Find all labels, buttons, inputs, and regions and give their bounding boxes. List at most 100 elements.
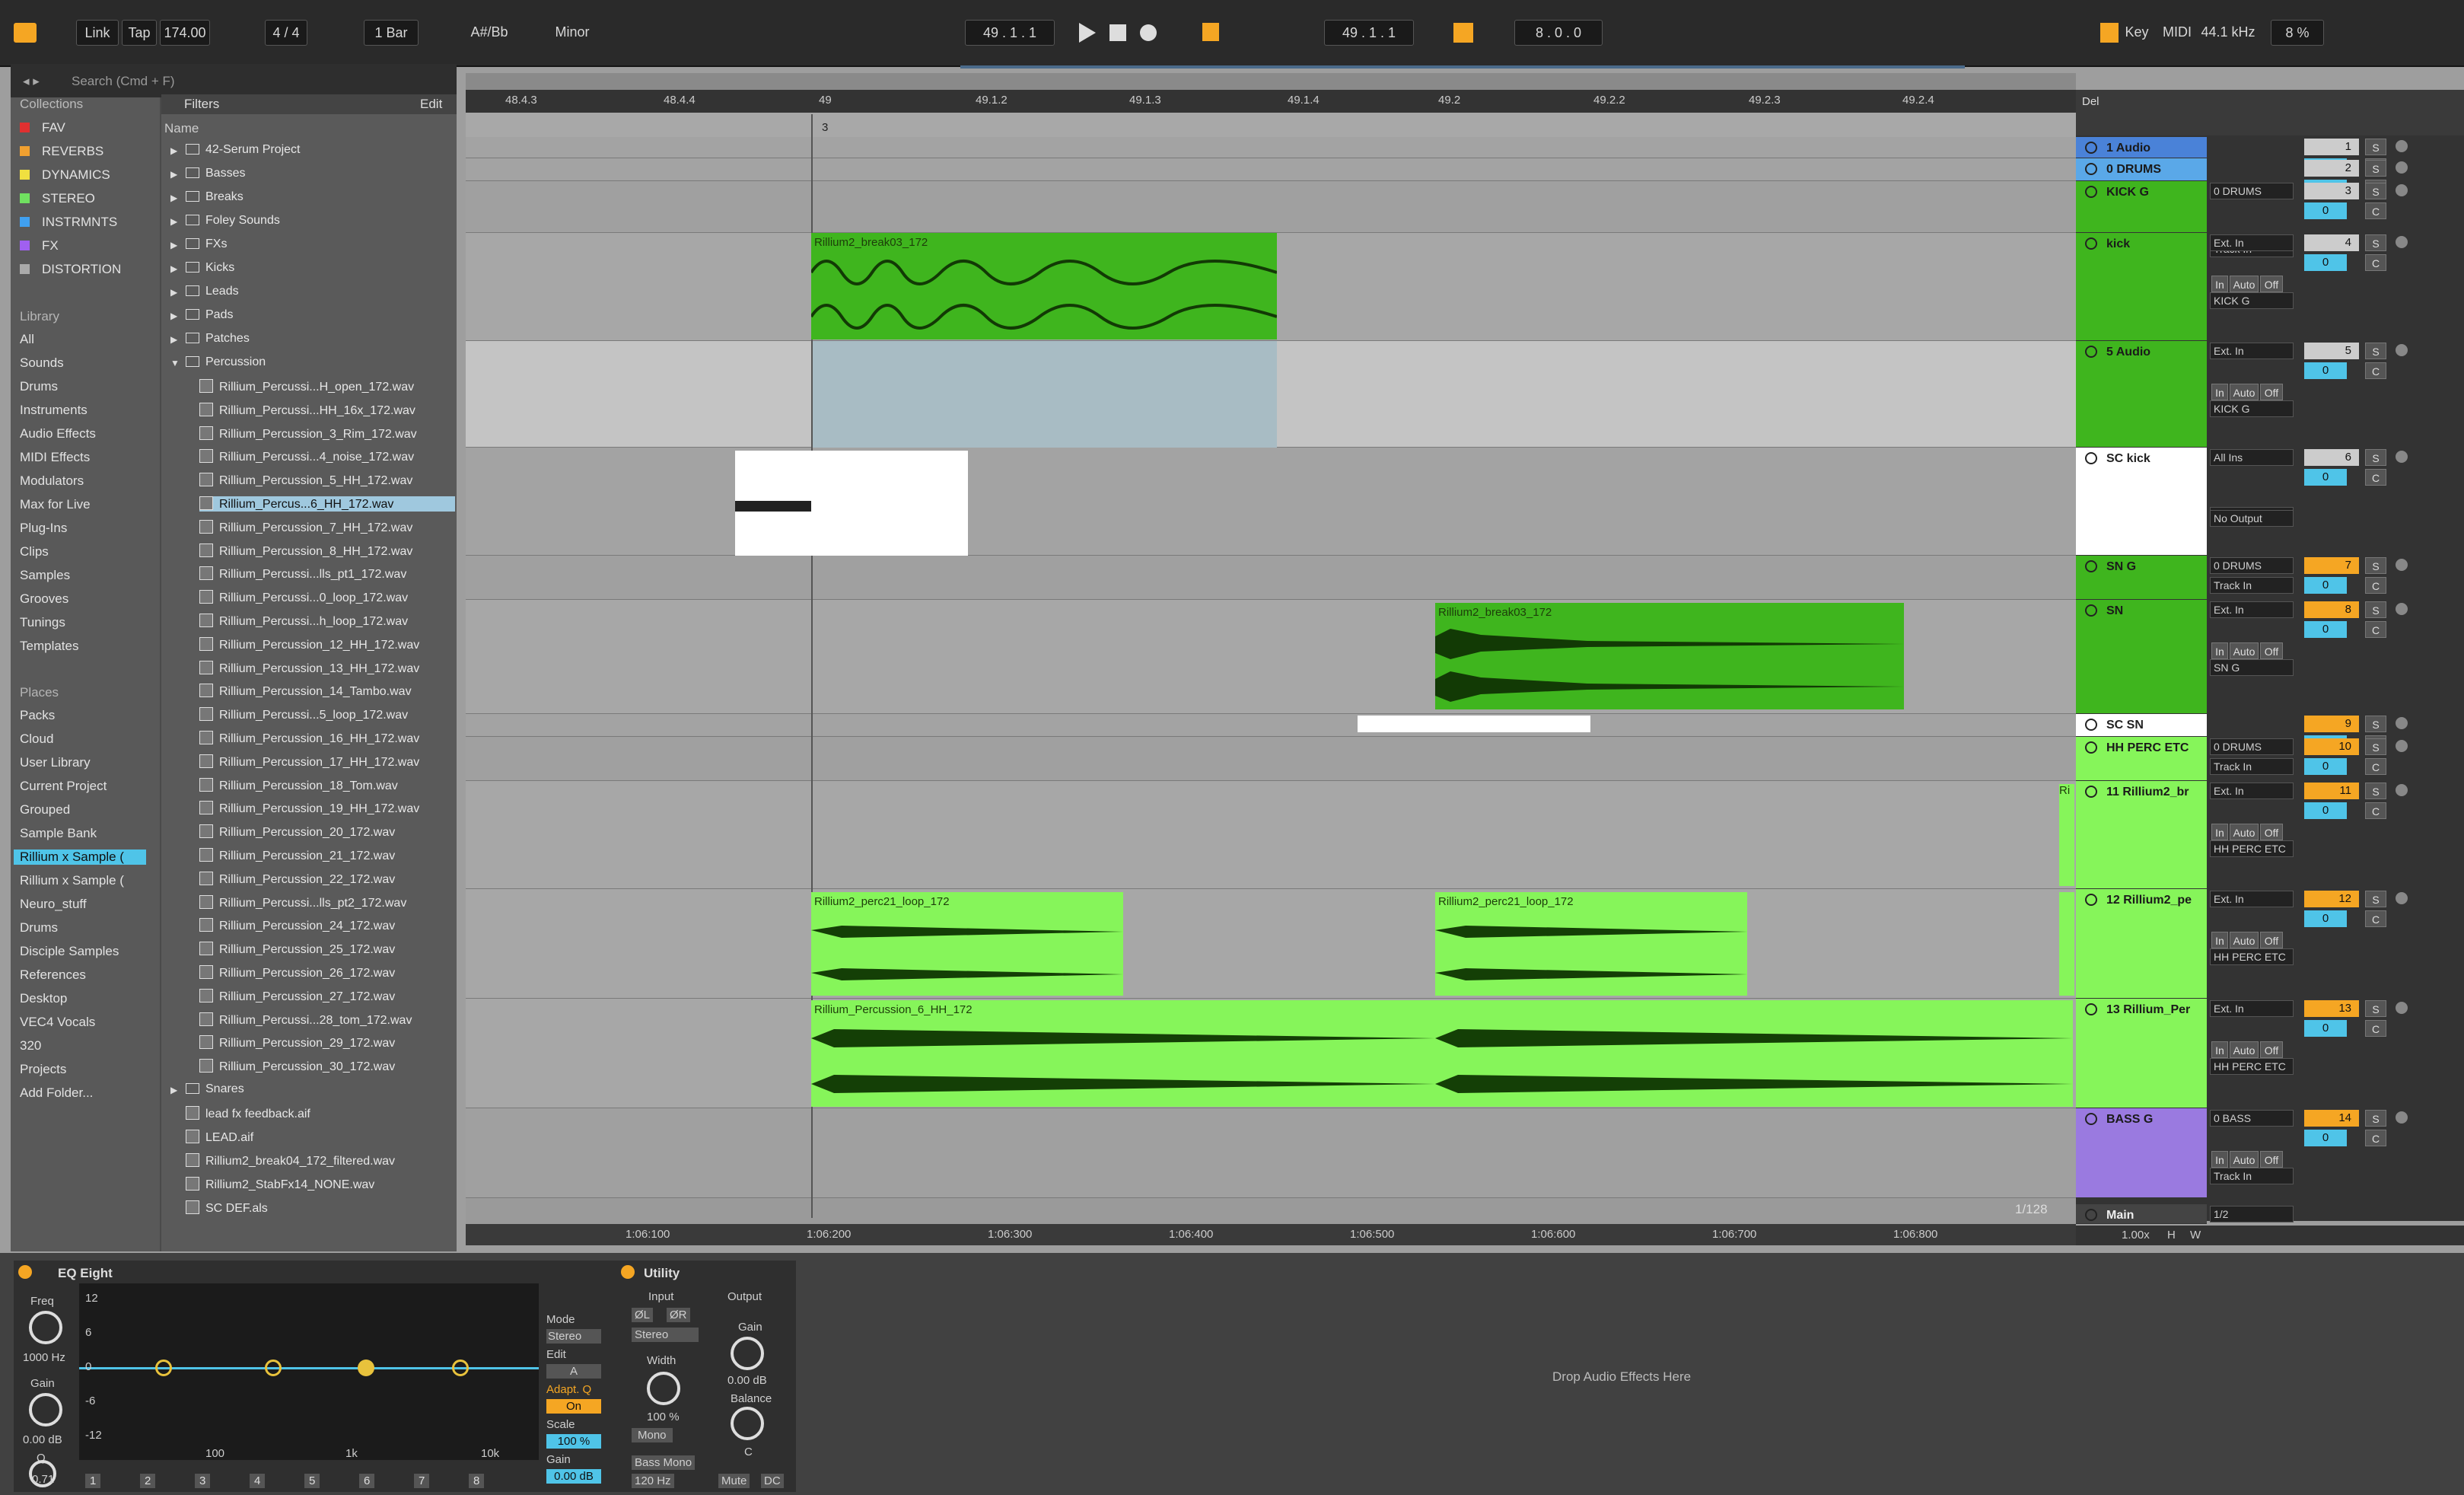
expand-icon[interactable]: ▶ — [170, 169, 177, 180]
arm-icon[interactable] — [2396, 717, 2408, 729]
stereo-mode-select[interactable]: Stereo — [632, 1328, 699, 1342]
track-volume[interactable]: 0 — [2304, 202, 2347, 219]
collection-item[interactable]: DISTORTION — [20, 262, 121, 277]
auto-button[interactable]: Auto — [2230, 824, 2259, 840]
input-channel-select[interactable]: Track In — [2210, 577, 2294, 594]
collection-item[interactable]: FX — [20, 238, 59, 253]
file-item[interactable]: Rillium_Percussion_21_172.wav — [199, 848, 395, 863]
lane-1-audio[interactable] — [466, 137, 2076, 158]
signature-field[interactable]: 4 / 4 — [265, 20, 307, 46]
solo-button[interactable]: S — [2365, 343, 2386, 359]
file-item[interactable]: Rillium_Percussi...HH_16x_172.wav — [199, 402, 415, 418]
folder-item[interactable]: Breaks — [186, 190, 244, 204]
track-name[interactable]: 0 DRUMS — [2080, 163, 2205, 177]
library-item[interactable]: Samples — [20, 568, 70, 583]
library-item[interactable]: All — [20, 332, 34, 347]
gain-value[interactable]: 0.00 dB — [23, 1434, 62, 1446]
track-name[interactable]: kick — [2080, 237, 2205, 251]
file-item[interactable]: SC DEF.als — [186, 1200, 268, 1216]
input-type-select[interactable]: All Ins — [2210, 449, 2294, 466]
arm-icon[interactable] — [2396, 740, 2408, 752]
library-item[interactable]: Tunings — [20, 615, 65, 630]
lane-sn-g[interactable] — [466, 556, 2076, 600]
place-item[interactable]: Cloud — [20, 732, 53, 747]
power-icon[interactable] — [18, 1265, 32, 1279]
loop-switch-icon[interactable] — [1453, 23, 1473, 43]
band-toggle[interactable]: 5 — [304, 1474, 320, 1488]
track-name[interactable]: 1 Audio — [2080, 142, 2205, 155]
track-number[interactable]: 13 — [2304, 1000, 2359, 1017]
track-number[interactable]: 14 — [2304, 1110, 2359, 1127]
band-toggle[interactable]: 8 — [469, 1474, 485, 1488]
collection-item[interactable]: STEREO — [20, 191, 95, 206]
track-volume[interactable]: 0 — [2304, 910, 2347, 927]
lane-sc-kick[interactable] — [466, 448, 2076, 556]
stop-icon[interactable] — [1109, 24, 1126, 41]
track-number[interactable]: 11 — [2304, 783, 2359, 799]
edit-a-button[interactable]: A — [546, 1364, 601, 1379]
crossfade-button[interactable]: C — [2365, 362, 2386, 379]
track-number[interactable]: 5 — [2304, 343, 2359, 359]
auto-button[interactable]: Auto — [2230, 1041, 2259, 1058]
clip-perc2[interactable]: Rillium2_perc21_loop_172 — [1435, 892, 1747, 996]
arm-icon[interactable] — [2396, 236, 2408, 248]
utility-device[interactable]: Utility Input Output ØL ØR Stereo Width … — [616, 1261, 796, 1492]
file-item[interactable]: Rillium_Percussi...0_loop_172.wav — [199, 590, 408, 605]
input-channel-select[interactable]: Track In — [2210, 758, 2294, 775]
q-value[interactable]: 0.71 — [32, 1474, 54, 1485]
band-toggle[interactable]: 4 — [250, 1474, 266, 1488]
folder-item[interactable]: Basses — [186, 167, 245, 180]
place-item[interactable]: Neuro_stuff — [20, 897, 87, 912]
midi-map-label[interactable]: MIDI — [2160, 20, 2195, 46]
auto-button[interactable]: Auto — [2230, 932, 2259, 948]
key-mode-menu[interactable]: Minor — [528, 20, 616, 46]
track-volume[interactable]: 0 — [2304, 362, 2347, 379]
file-item[interactable]: Rillium_Percussion_18_Tom.wav — [199, 777, 398, 793]
balance-value[interactable]: C — [744, 1446, 753, 1458]
track-name[interactable]: Main — [2080, 1209, 2205, 1222]
phase-right-button[interactable]: ØR — [667, 1308, 690, 1322]
file-item[interactable]: Rillium_Percussion_30_172.wav — [199, 1059, 395, 1074]
bass-mono-button[interactable]: Bass Mono — [632, 1455, 696, 1470]
track-volume[interactable]: 0 — [2304, 621, 2347, 638]
file-item[interactable]: Rillium_Percussi...H_open_172.wav — [199, 379, 414, 394]
off-button[interactable]: Off — [2260, 642, 2283, 659]
track-name[interactable]: 13 Rillium_Per — [2080, 1003, 2205, 1017]
input-channel-select[interactable]: HH PERC ETC — [2210, 840, 2294, 857]
track-volume[interactable]: 0 — [2304, 1020, 2347, 1037]
track-number[interactable]: 1 — [2304, 139, 2359, 155]
tempo-field[interactable]: 174.00 — [160, 20, 210, 46]
library-item[interactable]: Templates — [20, 639, 78, 654]
lane-11[interactable] — [466, 781, 2076, 889]
filters-label[interactable]: Filters — [184, 97, 219, 110]
live-logo-icon[interactable] — [14, 23, 37, 43]
solo-button[interactable]: S — [2365, 139, 2386, 155]
solo-button[interactable]: S — [2365, 234, 2386, 251]
in-button[interactable]: In — [2211, 932, 2228, 948]
place-item[interactable]: Current Project — [20, 779, 107, 794]
auto-button[interactable]: Auto — [2230, 642, 2259, 659]
place-item[interactable]: Grouped — [20, 802, 70, 818]
track-volume[interactable]: 0 — [2304, 758, 2347, 775]
folder-item[interactable]: Patches — [186, 332, 250, 346]
expand-icon[interactable]: ▶ — [170, 145, 177, 156]
phase-left-button[interactable]: ØL — [632, 1308, 654, 1322]
clip-cut-11[interactable]: Ri — [2059, 784, 2074, 886]
input-type-select[interactable]: Ext. In — [2210, 1000, 2294, 1017]
arm-icon[interactable] — [2396, 784, 2408, 796]
input-channel-select[interactable]: SN G — [2210, 659, 2294, 676]
place-item[interactable]: Sample Bank — [20, 826, 97, 841]
place-item[interactable]: Rillium x Sample ( — [14, 850, 146, 865]
place-item[interactable]: Projects — [20, 1062, 66, 1077]
place-item[interactable]: Packs — [20, 708, 55, 723]
solo-button[interactable]: S — [2365, 601, 2386, 618]
file-item[interactable]: lead fx feedback.aif — [186, 1106, 310, 1121]
play-icon[interactable] — [1079, 23, 1096, 43]
input-type-select[interactable]: 0 DRUMS — [2210, 557, 2294, 574]
back-icon[interactable]: ◂ ▸ — [23, 75, 40, 88]
file-item[interactable]: Rillium_Percussi...h_loop_172.wav — [199, 614, 408, 629]
place-item[interactable]: Add Folder... — [20, 1085, 93, 1101]
automation-arm-icon[interactable] — [1202, 23, 1219, 41]
track-number[interactable]: 4 — [2304, 234, 2359, 251]
auto-button[interactable]: Auto — [2230, 1151, 2259, 1168]
